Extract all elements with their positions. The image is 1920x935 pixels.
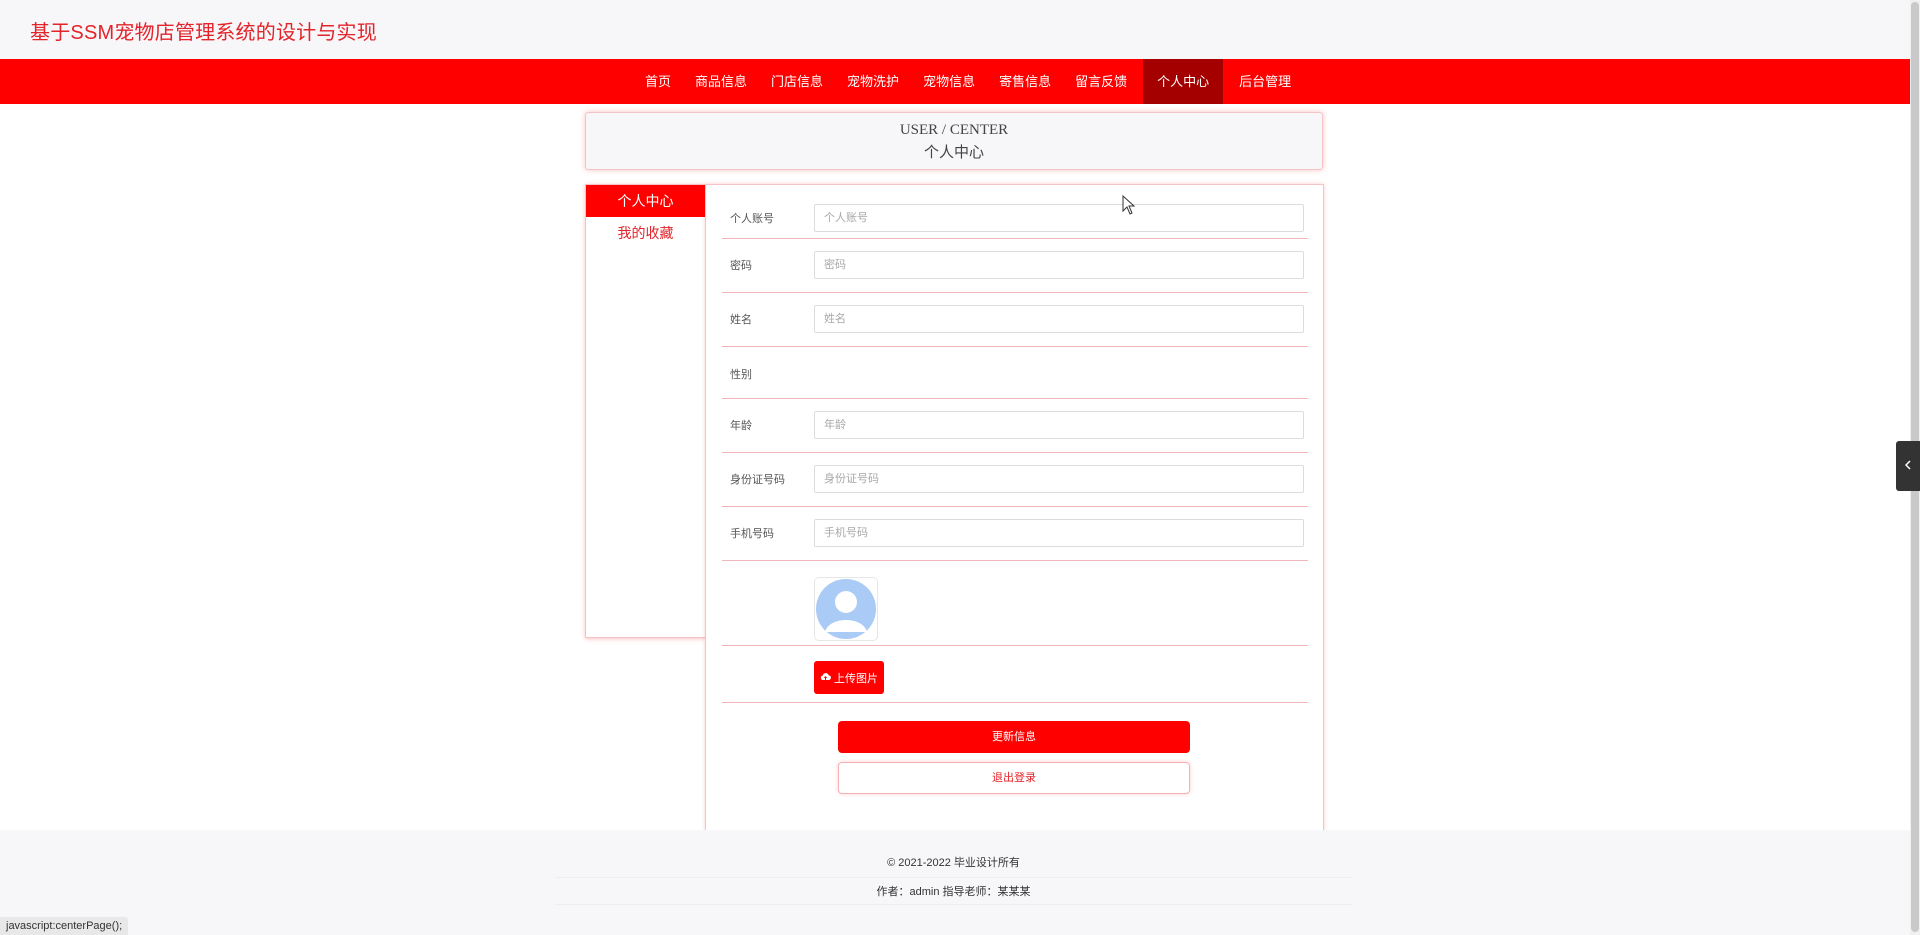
nav-item-feedback[interactable]: 留言反馈 xyxy=(1063,59,1139,104)
logout-button[interactable]: 退出登录 xyxy=(838,762,1190,794)
page-heading-en: USER / CENTER xyxy=(899,122,1009,138)
name-input[interactable] xyxy=(814,305,1304,333)
gender-label: 性别 xyxy=(730,369,752,381)
mouse-cursor-icon xyxy=(1122,194,1136,220)
footer-author: 作者：admin 指导老师：某某某 xyxy=(876,886,1031,898)
id-number-label: 身份证号码 xyxy=(730,474,785,486)
age-label: 年龄 xyxy=(730,420,752,432)
id-number-input[interactable] xyxy=(814,465,1304,493)
upload-image-button[interactable]: 上传图片 xyxy=(814,661,884,694)
footer: © 2021-2022 毕业设计所有 作者：admin 指导老师：某某某 xyxy=(0,830,1910,935)
nav-item-stores[interactable]: 门店信息 xyxy=(759,59,835,104)
footer-divider xyxy=(555,904,1352,905)
profile-form: 个人账号 密码 姓名 性别 年龄 身份证号码 手机号码 xyxy=(705,184,1324,831)
site-title: 基于SSM宠物店管理系统的设计与实现 xyxy=(30,22,377,44)
footer-copyright: © 2021-2022 毕业设计所有 xyxy=(887,857,1020,869)
nav-item-pets[interactable]: 宠物信息 xyxy=(911,59,987,104)
browser-status-bar: javascript:centerPage(); xyxy=(0,917,129,935)
phone-input[interactable] xyxy=(814,519,1304,547)
sidebar-item-favorites[interactable]: 我的收藏 xyxy=(586,217,705,249)
user-sidebar: 个人中心 我的收藏 xyxy=(585,184,706,638)
account-label: 个人账号 xyxy=(730,213,774,225)
form-row-age: 年龄 xyxy=(722,399,1308,453)
form-row-gender: 性别 xyxy=(722,347,1308,399)
avatar-placeholder-icon[interactable] xyxy=(814,577,878,641)
account-input[interactable] xyxy=(814,204,1304,232)
page-heading-box: USER / CENTER 个人中心 xyxy=(585,112,1323,170)
nav-item-products[interactable]: 商品信息 xyxy=(683,59,759,104)
nav-item-user-center[interactable]: 个人中心 xyxy=(1143,59,1224,104)
password-input[interactable] xyxy=(814,251,1304,279)
form-row-account: 个人账号 xyxy=(722,193,1308,239)
name-label: 姓名 xyxy=(730,314,752,326)
chevron-left-icon xyxy=(1904,457,1912,475)
form-row-password: 密码 xyxy=(722,239,1308,293)
upload-image-label: 上传图片 xyxy=(834,672,878,685)
nav-item-home[interactable]: 首页 xyxy=(633,59,683,104)
form-row-name: 姓名 xyxy=(722,293,1308,347)
form-row-upload: 上传图片 xyxy=(722,646,1308,703)
nav-item-boarding[interactable]: 寄售信息 xyxy=(987,59,1063,104)
phone-label: 手机号码 xyxy=(730,528,774,540)
footer-divider xyxy=(555,877,1352,878)
sidebar-item-user-center[interactable]: 个人中心 xyxy=(586,185,705,217)
nav-item-pet-grooming[interactable]: 宠物洗护 xyxy=(835,59,911,104)
age-input[interactable] xyxy=(814,411,1304,439)
update-info-button[interactable]: 更新信息 xyxy=(838,721,1190,753)
password-label: 密码 xyxy=(730,260,752,272)
top-header: 基于SSM宠物店管理系统的设计与实现 xyxy=(0,0,1910,59)
cloud-upload-icon xyxy=(820,672,831,684)
form-row-avatar xyxy=(722,561,1308,646)
form-row-id-number: 身份证号码 xyxy=(722,453,1308,507)
page-heading-cn: 个人中心 xyxy=(923,145,984,161)
nav-item-admin[interactable]: 后台管理 xyxy=(1227,59,1303,104)
form-row-phone: 手机号码 xyxy=(722,507,1308,561)
side-panel-toggle[interactable] xyxy=(1896,441,1920,491)
main-nav: 首页 商品信息 门店信息 宠物洗护 宠物信息 寄售信息 留言反馈 个人中心 后台… xyxy=(0,59,1910,104)
